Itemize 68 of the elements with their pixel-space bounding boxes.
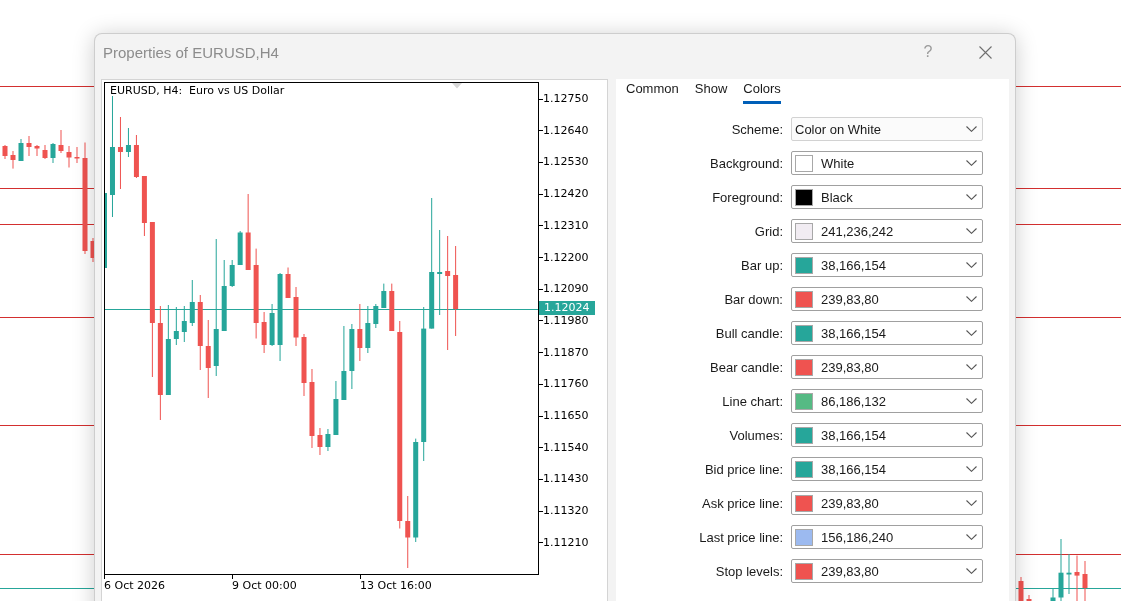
field-label: Volumes: [729,427,783,443]
window-title: Properties of EURUSD,H4 [103,43,280,61]
chevron-icon [966,466,977,472]
chevron-icon [966,534,977,540]
price-label: 1.12200 [543,251,589,264]
tab[interactable]: Show [694,79,728,104]
chevron-icon [966,126,977,132]
chevron-icon [966,296,977,302]
field-label: Background: [710,155,783,171]
field-label: Grid: [754,223,783,239]
color-dropdown[interactable]: 38,166,154 [791,423,983,447]
color-dropdown[interactable]: 239,83,80 [791,287,983,311]
color-dropdown[interactable]: White [791,151,983,175]
time-label: 13 Oct 16:00 [360,579,432,593]
color-dropdown[interactable]: 239,83,80 [791,559,983,583]
chart-title: EURUSD, H4: Euro vs US Dollar [110,84,285,98]
field-label: Bull candle: [715,325,783,341]
color-dropdown[interactable]: 239,83,80 [791,491,983,515]
color-dropdown[interactable]: 38,166,154 [791,321,983,345]
color-dropdown[interactable]: 239,83,80 [791,355,983,379]
price-label: 1.11870 [543,346,589,359]
price-label: 1.11320 [543,505,589,518]
price-label: 1.12530 [543,156,589,169]
shift-marker-icon[interactable] [452,83,462,89]
current-price-label: 1.12024 [539,301,595,315]
price-label: 1.12090 [543,283,589,296]
chevron-icon [966,194,977,200]
close-icon [978,45,992,59]
chevron-icon [966,160,977,166]
field-label: Stop levels: [715,563,783,579]
field-label: Foreground: [712,189,783,205]
chevron-icon [966,568,977,574]
price-label: 1.12310 [543,219,589,232]
price-label: 1.11650 [543,410,589,423]
color-dropdown[interactable]: Black [791,185,983,209]
chevron-icon [966,228,977,234]
field-label: Bid price line: [704,461,783,477]
chevron-icon [966,262,977,268]
price-label: 1.11430 [543,473,589,486]
price-label: 1.11980 [543,314,589,327]
chevron-icon [966,432,977,438]
price-label: 1.12750 [543,93,589,105]
time-label: 9 Oct 00:00 [232,579,297,593]
time-label: 6 Oct 2026 [104,579,165,593]
color-dropdown[interactable]: 241,236,242 [791,219,983,243]
field-label: Bear candle: [710,359,783,375]
field-label: Ask price line: [702,495,783,511]
color-dropdown[interactable]: 156,186,240 [791,525,983,549]
field-label: Bar up: [741,257,783,273]
chevron-icon [966,330,977,336]
field-label: Bar down: [724,291,783,307]
chevron-icon [966,398,977,404]
tab[interactable]: Common [626,79,679,104]
price-label: 1.11540 [543,441,589,454]
tab[interactable]: Colors [743,79,781,104]
scheme-dropdown[interactable]: Color on White [791,117,983,141]
field-label: Scheme: [731,121,783,137]
price-label: 1.11760 [543,378,589,391]
field-label: Line chart: [722,393,783,409]
price-label: 1.11210 [543,536,589,549]
color-dropdown[interactable]: 38,166,154 [791,457,983,481]
color-dropdown[interactable]: 38,166,154 [791,253,983,277]
price-label: 1.12420 [543,188,589,201]
chevron-icon [966,500,977,506]
price-label: 1.12640 [543,124,589,137]
color-dropdown[interactable]: 86,186,132 [791,389,983,413]
chevron-icon [966,364,977,370]
field-label: Last price line: [699,529,783,545]
